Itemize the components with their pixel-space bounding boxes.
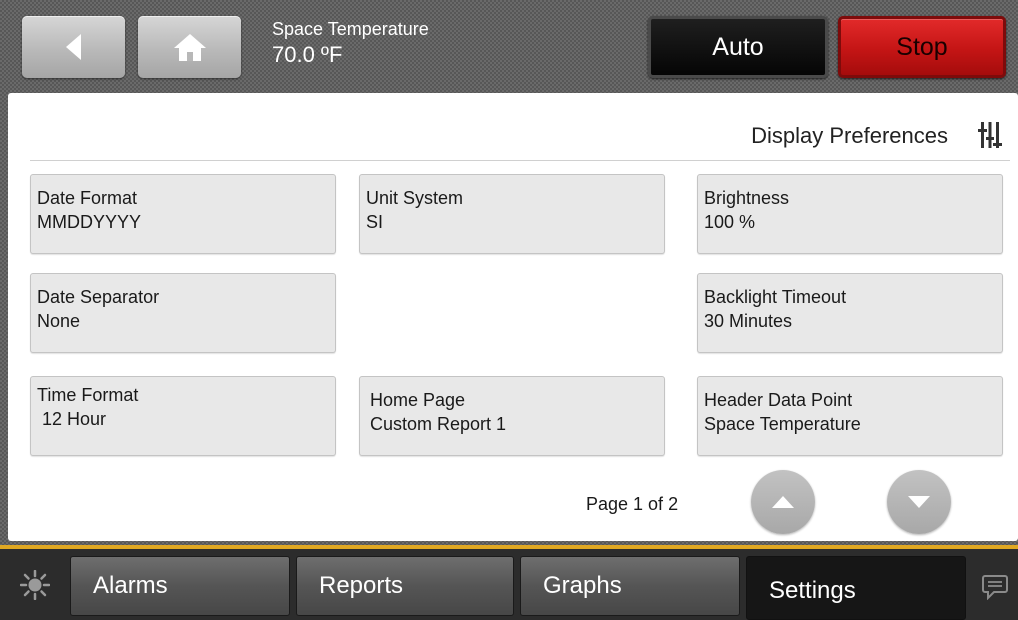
home-page-setting[interactable]: Home Page Custom Report 1 <box>359 376 665 456</box>
setting-value: None <box>37 311 81 331</box>
settings-sliders-icon <box>978 122 1002 148</box>
brightness-icon[interactable] <box>20 570 50 600</box>
chat-icon[interactable] <box>982 574 1008 600</box>
chevron-down-icon <box>908 496 930 508</box>
setting-label: Unit System <box>366 188 464 208</box>
setting-value: 100 % <box>704 212 756 232</box>
setting-label: Header Data Point <box>704 390 853 410</box>
page-indicator: Page 1 of 2 <box>586 494 679 514</box>
setting-value: Space Temperature <box>704 414 861 434</box>
setting-label: Date Separator <box>37 287 160 307</box>
header-data-point-setting[interactable]: Header Data Point Space Temperature <box>697 376 1003 456</box>
header-data-point-label: Space Temperature <box>272 19 429 39</box>
date-separator-setting[interactable]: Date Separator None <box>30 273 336 353</box>
setting-label: Home Page <box>370 390 466 410</box>
setting-value: Custom Report 1 <box>370 414 507 434</box>
header-data-point: Space Temperature 70.0 ºF <box>272 18 429 69</box>
chevron-up-icon <box>772 496 794 508</box>
setting-label: Time Format <box>37 385 139 405</box>
setting-value: 12 Hour <box>37 409 107 429</box>
home-icon <box>173 34 206 61</box>
page-up-button[interactable] <box>751 470 815 534</box>
tab-reports[interactable]: Reports <box>296 556 514 616</box>
back-button[interactable] <box>22 16 125 78</box>
setting-label: Brightness <box>704 188 790 208</box>
stop-button[interactable]: Stop <box>838 16 1006 78</box>
brightness-setting[interactable]: Brightness 100 % <box>697 174 1003 254</box>
setting-value: 30 Minutes <box>704 311 793 331</box>
page-title: Display Preferences <box>751 123 948 148</box>
title-divider <box>30 160 1010 161</box>
setting-value: SI <box>366 212 384 232</box>
setting-label: Backlight Timeout <box>704 287 847 307</box>
setting-value: MMDDYYYY <box>37 212 142 232</box>
page-down-button[interactable] <box>887 470 951 534</box>
home-button[interactable] <box>138 16 241 78</box>
auto-button[interactable]: Auto <box>648 16 828 78</box>
tab-settings[interactable]: Settings <box>746 556 966 620</box>
setting-label: Date Format <box>37 188 138 208</box>
header-data-point-value: 70.0 ºF <box>272 42 343 67</box>
display-preferences-panel: Display Preferences Date Format MMDDYYYY… <box>8 93 1018 541</box>
back-arrow-icon <box>65 34 81 60</box>
tab-alarms[interactable]: Alarms <box>70 556 290 616</box>
unit-system-setting[interactable]: Unit System SI <box>359 174 665 254</box>
date-format-setting[interactable]: Date Format MMDDYYYY <box>30 174 336 254</box>
backlight-timeout-setting[interactable]: Backlight Timeout 30 Minutes <box>697 273 1003 353</box>
time-format-setting[interactable]: Time Format 12 Hour <box>30 376 336 456</box>
tab-graphs[interactable]: Graphs <box>520 556 740 616</box>
